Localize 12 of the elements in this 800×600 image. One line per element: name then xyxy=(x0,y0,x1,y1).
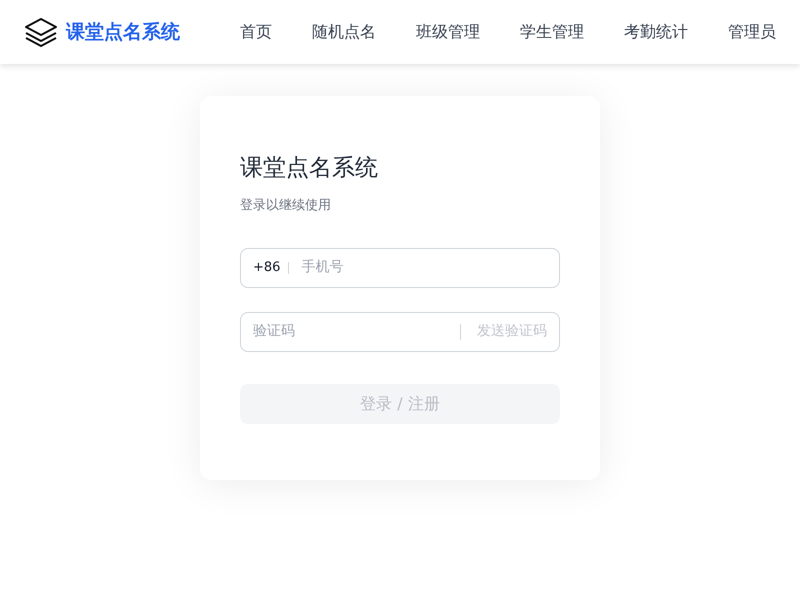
brand-title: 课堂点名系统 xyxy=(66,20,180,45)
nav-link[interactable]: 随机点名 xyxy=(312,20,376,44)
nav-link[interactable]: 学生管理 xyxy=(520,20,584,44)
layers-icon xyxy=(24,17,58,47)
login-title: 课堂点名系统 xyxy=(240,154,379,183)
country-code[interactable]: +86 xyxy=(253,262,290,274)
nav-link[interactable]: 首页 xyxy=(240,20,272,44)
nav-link[interactable]: 考勤统计 xyxy=(624,20,688,44)
login-subtitle: 登录以继续使用 xyxy=(240,197,332,215)
nav-link[interactable]: 管理员 xyxy=(728,20,776,44)
nav-link[interactable]: 班级管理 xyxy=(416,20,480,44)
phone-field[interactable]: +86 手机号 xyxy=(240,248,560,288)
